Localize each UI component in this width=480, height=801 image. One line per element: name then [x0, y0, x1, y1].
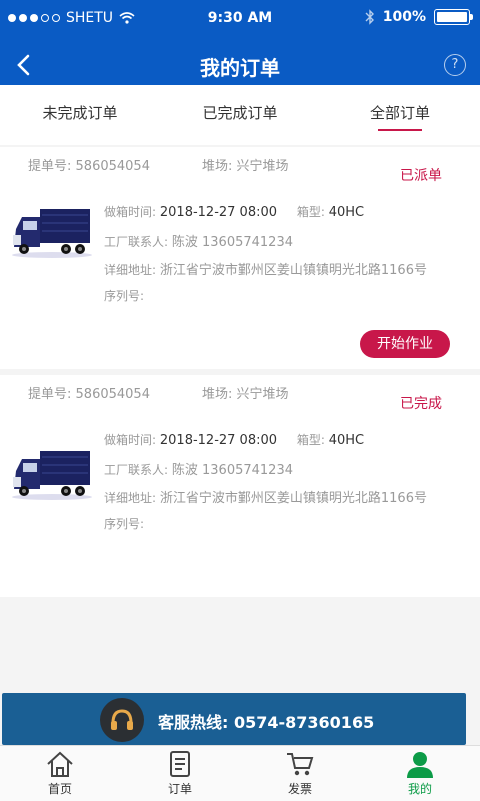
- headset-icon: [100, 698, 144, 742]
- yard-info: 堆场: 兴宁堆场: [202, 159, 289, 174]
- home-icon: [47, 751, 73, 777]
- user-icon: [407, 752, 433, 778]
- order-number: 提单号: 586054054: [28, 387, 150, 402]
- factory-contact: 工厂联系人: 陈波 13605741234: [104, 463, 293, 478]
- tab-all[interactable]: 全部订单: [320, 85, 480, 145]
- tabbar-home[interactable]: 首页: [0, 746, 120, 801]
- factory-contact: 工厂联系人: 陈波 13605741234: [104, 235, 293, 250]
- header-bar: SHETU 9:30 AM 100% 我的订单 ?: [0, 0, 480, 85]
- work-time: 做箱时间: 2018-12-27 08:00 箱型: 40HC: [104, 205, 365, 220]
- battery-percent: 100%: [382, 9, 426, 25]
- active-tab-indicator: [378, 129, 422, 131]
- battery-icon: [434, 9, 473, 25]
- serial-number: 序列号:: [104, 289, 145, 303]
- serial-number: 序列号:: [104, 517, 145, 531]
- order-card[interactable]: 提单号: 586054054 堆场: 兴宁堆场 已完成 做箱时间: 2018-1…: [0, 375, 480, 597]
- tab-incomplete[interactable]: 未完成订单: [0, 85, 160, 145]
- page-title: 我的订单: [200, 56, 280, 80]
- address: 详细地址: 浙江省宁波市鄞州区姜山镇镇明光北路1166号: [104, 263, 427, 278]
- bottom-tab-bar: 首页 订单 发票 我的: [0, 745, 480, 801]
- hotline-banner[interactable]: 客服热线: 0574-87360165: [2, 693, 466, 745]
- work-time: 做箱时间: 2018-12-27 08:00 箱型: 40HC: [104, 433, 365, 448]
- order-card[interactable]: 提单号: 586054054 堆场: 兴宁堆场 已派单 做箱时间: 2018-1…: [0, 147, 480, 369]
- truck-icon: [12, 209, 92, 258]
- truck-icon: [12, 451, 92, 500]
- nav-bar: 我的订单 ?: [0, 44, 480, 85]
- help-icon[interactable]: ?: [444, 54, 466, 76]
- order-icon: [170, 751, 190, 777]
- start-work-button[interactable]: 开始作业: [360, 330, 450, 358]
- cart-icon: [287, 753, 314, 776]
- yard-info: 堆场: 兴宁堆场: [202, 387, 289, 402]
- tabbar-invoice[interactable]: 发票: [240, 746, 360, 801]
- status-badge: 已派单: [400, 168, 442, 184]
- tabbar-mine[interactable]: 我的: [360, 746, 480, 801]
- tab-completed[interactable]: 已完成订单: [160, 85, 320, 145]
- status-badge: 已完成: [400, 396, 442, 412]
- bluetooth-icon: [365, 9, 374, 25]
- hotline-text: 客服热线: 0574-87360165: [158, 713, 375, 732]
- order-number: 提单号: 586054054: [28, 159, 150, 174]
- tabbar-order[interactable]: 订单: [120, 746, 240, 801]
- address: 详细地址: 浙江省宁波市鄞州区姜山镇镇明光北路1166号: [104, 491, 427, 506]
- status-bar: SHETU 9:30 AM 100%: [0, 0, 480, 36]
- order-tabs: 未完成订单 已完成订单 全部订单: [0, 85, 480, 145]
